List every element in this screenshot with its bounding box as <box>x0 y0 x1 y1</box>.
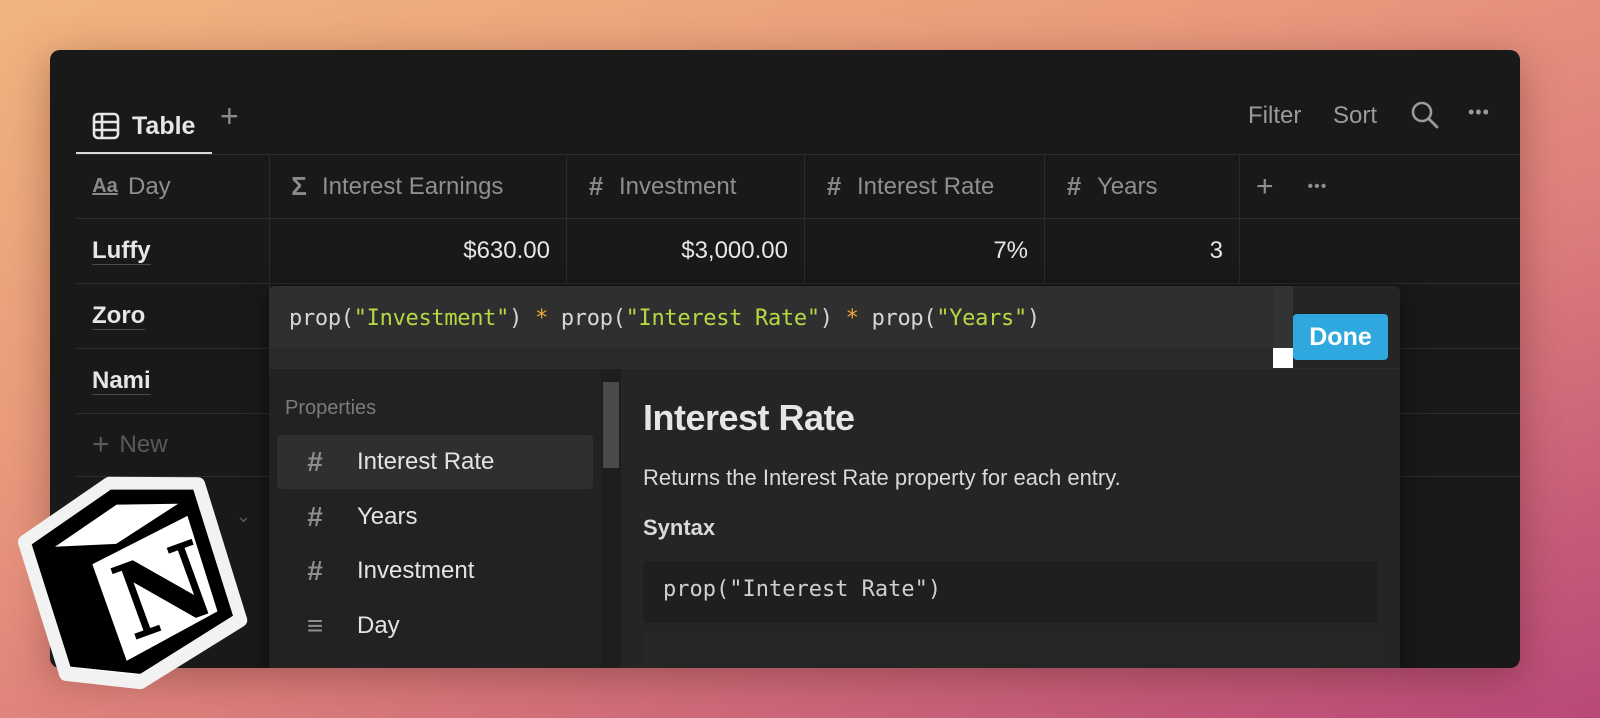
cell-interest-earnings[interactable]: $630.00 <box>270 219 567 283</box>
more-options-button[interactable]: ••• <box>1468 102 1490 123</box>
new-row-label: New <box>119 431 168 458</box>
search-icon <box>1411 101 1439 129</box>
formula-icon: Σ <box>291 171 307 201</box>
properties-scroll-thumb[interactable] <box>603 382 619 468</box>
column-header-interest-rate[interactable]: # Interest Rate <box>805 155 1045 218</box>
filter-button[interactable]: Filter <box>1248 102 1301 130</box>
property-item-years[interactable]: # Years <box>277 490 593 544</box>
column-header-interest-earnings[interactable]: Σ Interest Earnings <box>270 155 567 218</box>
column-actions: + ••• <box>1240 155 1520 218</box>
cell-investment[interactable]: $3,000.00 <box>567 219 805 283</box>
scroll-corner <box>1273 348 1293 368</box>
plus-icon: + <box>92 428 110 461</box>
example-code-block <box>643 633 1378 663</box>
column-label: Interest Rate <box>857 172 995 200</box>
cell-empty <box>1240 219 1520 283</box>
cell-interest-rate[interactable]: 7% <box>805 219 1045 283</box>
property-item-investment[interactable]: # Investment <box>277 544 593 598</box>
formula-string-token: "Years" <box>936 306 1027 331</box>
cell-years[interactable]: 3 <box>1045 219 1240 283</box>
table-icon <box>92 112 120 140</box>
formula-string-token: "Interest Rate" <box>625 306 820 331</box>
number-icon: # <box>826 171 842 201</box>
column-header-day[interactable]: Aa Day <box>76 155 270 218</box>
text-lines-icon: ≡ <box>306 610 324 641</box>
formula-input[interactable]: prop("Investment") * prop("Interest Rate… <box>269 286 1273 348</box>
search-button[interactable] <box>1410 100 1440 130</box>
formula-function-token: prop( <box>547 306 626 331</box>
formula-operator-token: * <box>845 306 859 331</box>
column-label: Interest Earnings <box>322 172 504 200</box>
table-row[interactable]: Luffy $630.00 $3,000.00 7% 3 <box>76 219 1520 284</box>
column-label: Day <box>128 172 171 200</box>
doc-title: Interest Rate <box>643 397 855 438</box>
row-title: Nami <box>92 366 151 395</box>
property-label: Years <box>357 503 418 530</box>
column-header-investment[interactable]: # Investment <box>567 155 805 218</box>
column-label: Investment <box>619 172 737 200</box>
app-window: Table + Filter Sort ••• Aa Day Σ Interes… <box>50 50 1520 668</box>
filter-label: Filter <box>1248 102 1302 129</box>
more-icon: ••• <box>1468 102 1490 122</box>
view-toolbar: Table + Filter Sort ••• <box>50 50 1520 156</box>
properties-list: Properties # Interest Rate # Years # Inv… <box>269 369 601 668</box>
doc-description: Returns the Interest Rate property for e… <box>643 465 1121 490</box>
formula-function-token: ) <box>509 306 535 331</box>
row-title: Luffy <box>92 236 151 265</box>
property-item-interest-rate[interactable]: # Interest Rate <box>277 435 593 489</box>
cell-day[interactable]: Nami <box>76 349 270 413</box>
table-header: Aa Day Σ Interest Earnings # Investment … <box>76 155 1520 219</box>
property-label: Investment <box>357 557 475 584</box>
number-icon: # <box>307 446 323 477</box>
editor-vertical-scrollbar[interactable] <box>1273 286 1293 348</box>
number-icon: # <box>588 171 604 201</box>
cell-day[interactable]: Zoro <box>76 284 270 348</box>
properties-heading: Properties <box>285 397 377 419</box>
sort-button[interactable]: Sort <box>1333 102 1377 130</box>
number-icon: # <box>307 501 323 532</box>
number-icon: # <box>307 555 323 586</box>
column-header-years[interactable]: # Years <box>1045 155 1240 218</box>
formula-function-token: ) <box>1026 306 1040 331</box>
sort-label: Sort <box>1333 102 1378 129</box>
formula-string-token: "Investment" <box>353 306 510 331</box>
formula-function-token: ) <box>819 306 846 331</box>
row-title: Zoro <box>92 301 146 330</box>
notion-logo: N <box>17 476 248 690</box>
formula-editor-popup: prop("Investment") * prop("Interest Rate… <box>269 286 1400 668</box>
syntax-heading: Syntax <box>643 515 716 540</box>
done-button[interactable]: Done <box>1293 314 1388 360</box>
formula-function-token: prop( <box>858 306 937 331</box>
add-view-button[interactable]: + <box>220 98 239 134</box>
cell-day[interactable]: Luffy <box>76 219 270 283</box>
property-item-day[interactable]: ≡ Day <box>277 599 593 653</box>
formula-operator-token: * <box>534 306 548 331</box>
add-column-button[interactable]: + <box>1256 170 1274 204</box>
title-icon: Aa <box>92 175 118 197</box>
tab-label: Table <box>132 111 196 140</box>
column-label: Years <box>1097 172 1158 200</box>
number-icon: # <box>1066 171 1082 201</box>
editor-horizontal-scrollbar[interactable] <box>269 348 1273 368</box>
tab-table[interactable]: Table <box>76 98 212 154</box>
formula-function-token: prop( <box>289 306 354 331</box>
property-documentation: Interest Rate Returns the Interest Rate … <box>621 369 1400 668</box>
property-label: Interest Rate <box>357 448 495 475</box>
column-more-button[interactable]: ••• <box>1308 178 1328 196</box>
property-label: Day <box>357 612 400 639</box>
syntax-code-block: prop("Interest Rate") <box>643 561 1378 623</box>
